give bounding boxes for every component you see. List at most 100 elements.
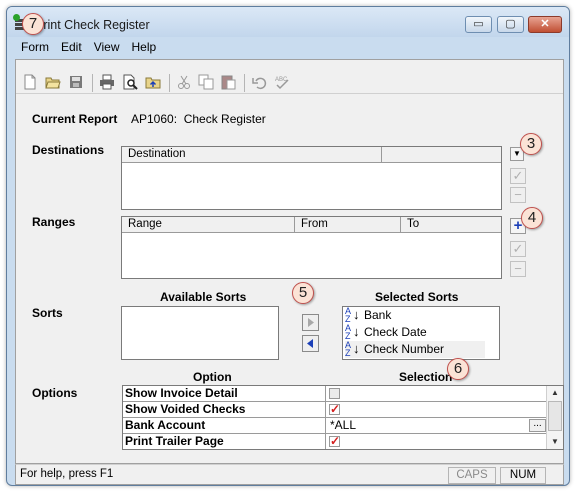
- paste-icon[interactable]: [220, 74, 236, 90]
- destination-column-header[interactable]: Destination: [122, 147, 382, 163]
- destination-extra-column-header[interactable]: [382, 147, 501, 163]
- export-icon[interactable]: [145, 74, 161, 90]
- options-grid[interactable]: Show Invoice Detail Show Voided Checks B…: [122, 385, 564, 450]
- selected-sort-bank[interactable]: A Z ↓ Bank: [345, 307, 495, 324]
- print-trailer-page-checkbox[interactable]: [329, 434, 340, 448]
- move-left-icon: [307, 339, 313, 348]
- current-report-label: Current Report: [32, 112, 118, 126]
- selected-sorts-list[interactable]: A Z ↓ Bank A Z ↓ Check Date A Z ↓ Check Number: [342, 306, 500, 360]
- menu-view[interactable]: View: [88, 38, 126, 56]
- maximize-icon: ▢: [505, 18, 516, 30]
- selected-sort-check-date[interactable]: A Z ↓ Check Date: [345, 324, 495, 341]
- destinations-grid[interactable]: Destination: [121, 146, 502, 210]
- menu-help[interactable]: Help: [125, 38, 162, 56]
- dropdown-icon: ▼: [513, 149, 521, 158]
- menu-bar: Form Edit View Help: [15, 38, 564, 58]
- option-name: Show Invoice Detail: [123, 386, 326, 401]
- sort-ascending-icon: A Z ↓: [345, 340, 360, 358]
- callout-badge: 5: [292, 282, 314, 304]
- minimize-button[interactable]: ▭: [465, 16, 492, 33]
- move-right-icon: [308, 318, 314, 327]
- options-scrollbar[interactable]: ▲ ▼: [546, 386, 563, 449]
- remove-sort-button[interactable]: [302, 335, 319, 352]
- close-button[interactable]: ✕: [528, 16, 562, 33]
- scroll-thumb[interactable]: [548, 401, 562, 431]
- form-content: ABC Current Report AP1060: Check Registe…: [15, 59, 564, 464]
- selection-column-header: Selection: [399, 370, 453, 384]
- sorts-label: Sorts: [32, 306, 63, 320]
- destination-remove-button[interactable]: −: [510, 187, 526, 203]
- option-row[interactable]: Show Voided Checks: [123, 402, 547, 418]
- title-bar[interactable]: Print Check Register ▭ ▢ ✕: [7, 7, 569, 37]
- window-title: Print Check Register: [35, 18, 150, 32]
- sort-ascending-icon: A Z ↓: [345, 306, 360, 324]
- show-invoice-detail-checkbox[interactable]: [329, 388, 340, 399]
- print-icon[interactable]: [99, 74, 115, 90]
- sort-label: Check Number: [364, 342, 445, 356]
- num-indicator: NUM: [500, 467, 546, 484]
- check-icon: ✓: [512, 241, 524, 256]
- option-row[interactable]: Show Invoice Detail: [123, 386, 547, 402]
- range-column-header[interactable]: Range: [122, 217, 295, 233]
- undo-icon[interactable]: [252, 74, 268, 90]
- maximize-button[interactable]: ▢: [497, 16, 524, 33]
- minus-icon: −: [514, 261, 522, 276]
- add-sort-button[interactable]: [302, 314, 319, 331]
- callout-badge: 7: [22, 13, 44, 35]
- scroll-up-icon[interactable]: ▲: [549, 387, 561, 399]
- toolbar: ABC: [16, 60, 563, 94]
- selected-sorts-label: Selected Sorts: [375, 290, 459, 304]
- menu-form[interactable]: Form: [15, 38, 55, 56]
- close-icon: ✕: [540, 18, 550, 30]
- save-icon[interactable]: [68, 74, 84, 90]
- copy-icon[interactable]: [198, 74, 214, 90]
- sort-label: Bank: [364, 308, 392, 322]
- range-check-button[interactable]: ✓: [510, 241, 526, 257]
- show-voided-checks-checkbox[interactable]: [329, 402, 340, 416]
- sort-ascending-icon: A Z ↓: [345, 323, 360, 341]
- check-icon: ✓: [512, 168, 524, 183]
- range-remove-button[interactable]: −: [510, 261, 526, 277]
- toolbar-separator: [244, 74, 245, 92]
- bank-account-lookup-button[interactable]: ...: [529, 419, 546, 432]
- destinations-label: Destinations: [32, 143, 105, 157]
- app-window: Print Check Register ▭ ▢ ✕ Form Edit View H…: [6, 6, 570, 486]
- print-preview-icon[interactable]: [122, 74, 138, 90]
- minimize-icon: ▭: [473, 18, 484, 30]
- destination-check-button[interactable]: ✓: [510, 168, 526, 184]
- from-column-header[interactable]: From: [295, 217, 401, 233]
- toolbar-separator: [169, 74, 170, 92]
- available-sorts-list[interactable]: [121, 306, 279, 360]
- bank-account-field[interactable]: *ALL: [327, 418, 356, 433]
- status-bar: For help, press F1 CAPS NUM: [15, 464, 564, 485]
- destinations-grid-header: Destination: [122, 147, 501, 163]
- option-row[interactable]: Bank Account *ALL ...: [123, 418, 547, 434]
- option-name: Print Trailer Page: [123, 434, 326, 449]
- available-sorts-label: Available Sorts: [160, 290, 247, 304]
- ranges-grid-header: Range From To: [122, 217, 501, 233]
- status-help-text: For help, press F1: [20, 468, 114, 480]
- menu-edit[interactable]: Edit: [55, 38, 88, 56]
- selected-sort-check-number[interactable]: A Z ↓ Check Number: [345, 341, 485, 358]
- options-label: Options: [32, 386, 78, 400]
- open-icon[interactable]: [45, 74, 61, 90]
- option-name: Show Voided Checks: [123, 402, 326, 417]
- minus-icon: −: [514, 187, 522, 202]
- caps-indicator: CAPS: [448, 467, 496, 484]
- callout-badge: 4: [521, 207, 543, 229]
- option-name: Bank Account: [123, 418, 326, 433]
- option-column-header: Option: [193, 370, 232, 384]
- new-icon[interactable]: [22, 74, 38, 90]
- current-report-value: AP1060: Check Register: [131, 112, 266, 126]
- ranges-grid[interactable]: Range From To: [121, 216, 502, 279]
- cut-icon[interactable]: [176, 74, 192, 90]
- toolbar-separator: [92, 74, 93, 92]
- sort-label: Check Date: [364, 325, 427, 339]
- scroll-down-icon[interactable]: ▼: [549, 436, 561, 448]
- to-column-header[interactable]: To: [401, 217, 501, 233]
- spell-check-icon[interactable]: ABC: [274, 74, 290, 90]
- ranges-label: Ranges: [32, 215, 76, 229]
- callout-badge: 6: [447, 358, 469, 380]
- callout-badge: 3: [520, 133, 542, 155]
- option-row[interactable]: Print Trailer Page: [123, 434, 547, 450]
